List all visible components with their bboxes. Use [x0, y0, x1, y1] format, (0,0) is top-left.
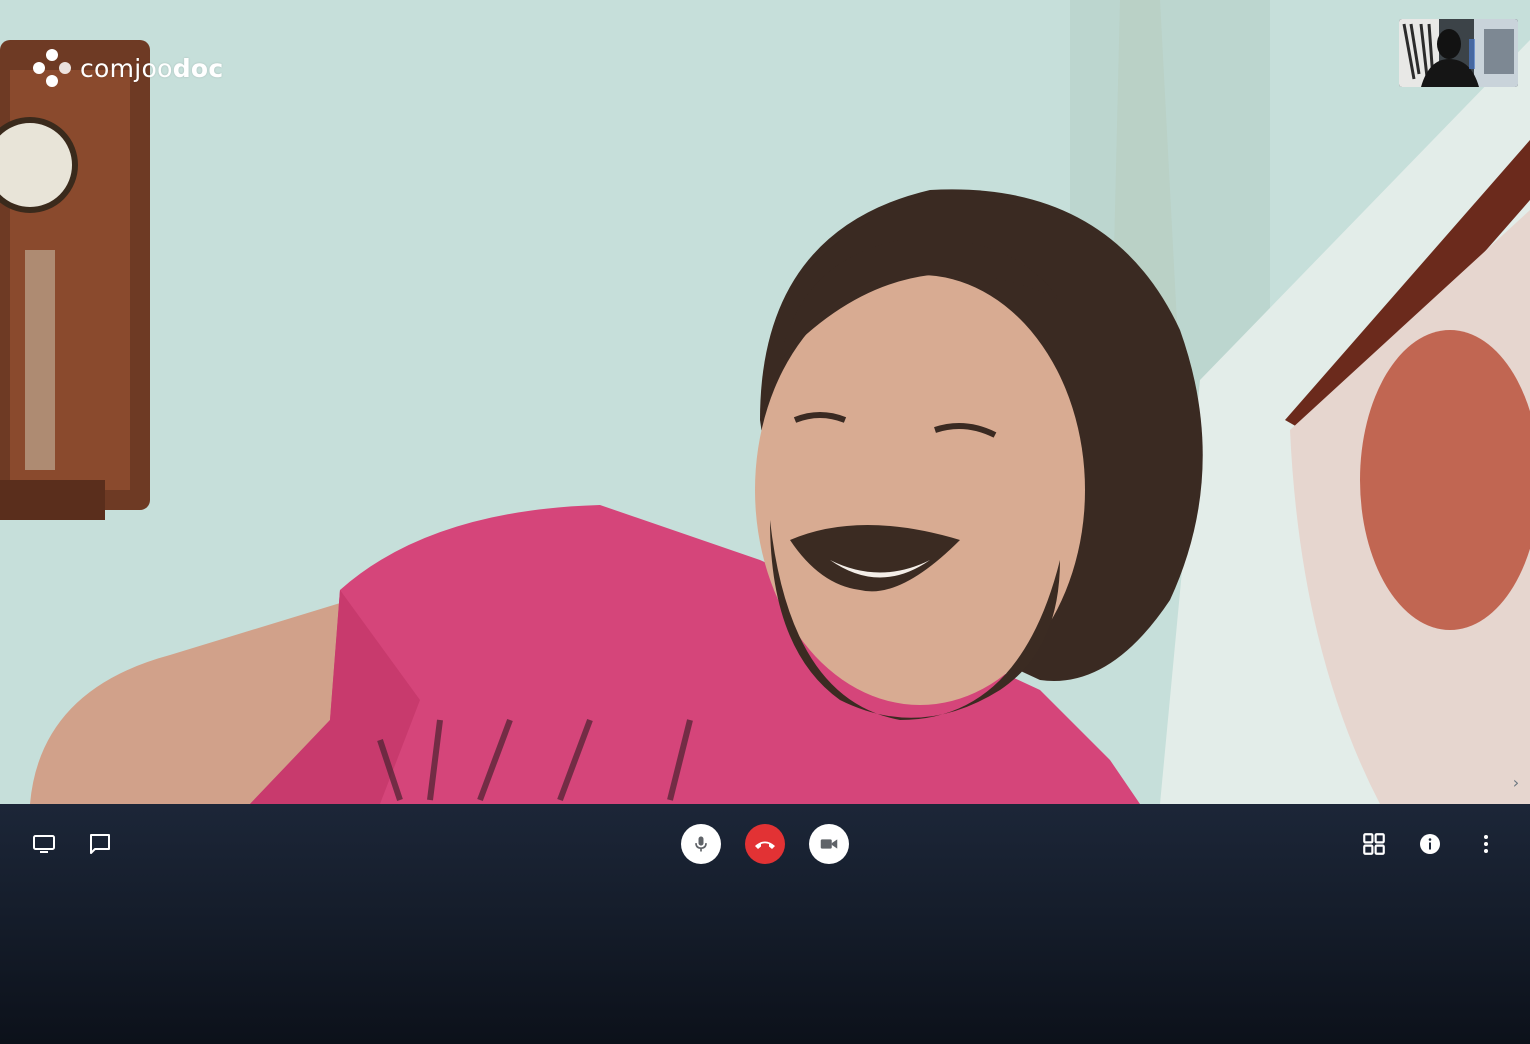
local-self-view[interactable]	[1399, 19, 1518, 87]
camera-icon	[820, 839, 838, 849]
video-call-screen: comjoodoc ›	[0, 0, 1530, 1044]
remote-participant-video: comjoodoc ›	[0, 0, 1530, 804]
chat-icon	[90, 834, 110, 854]
filmstrip-toggle-button[interactable]: ›	[1508, 774, 1524, 792]
app-logo: comjoodoc	[32, 48, 224, 88]
info-button[interactable]	[1410, 824, 1450, 864]
logo-text-light: comjoo	[80, 53, 173, 83]
grid-view-icon	[1363, 833, 1385, 855]
hang-up-button[interactable]	[745, 824, 785, 864]
more-options-icon	[1484, 835, 1488, 853]
screen-share-icon	[33, 835, 55, 853]
remote-video-scene	[0, 0, 1530, 804]
chevron-right-icon: ›	[1512, 773, 1520, 792]
logo-mark-icon	[33, 49, 71, 87]
info-icon	[1420, 834, 1440, 854]
camera-toggle-button[interactable]	[809, 824, 849, 864]
grid-view-button[interactable]	[1354, 824, 1394, 864]
microphone-toggle-button[interactable]	[681, 824, 721, 864]
microphone-icon	[695, 836, 707, 852]
hang-up-icon	[755, 841, 775, 849]
self-view-scene	[1399, 19, 1518, 87]
logo-wordmark: comjoodoc	[80, 54, 224, 83]
screen-share-button[interactable]	[24, 824, 64, 864]
wall-clock	[0, 40, 150, 520]
logo-text-bold: doc	[172, 53, 224, 83]
call-toolbar	[0, 804, 1530, 1044]
more-options-button[interactable]	[1466, 824, 1506, 864]
chat-button[interactable]	[80, 824, 120, 864]
